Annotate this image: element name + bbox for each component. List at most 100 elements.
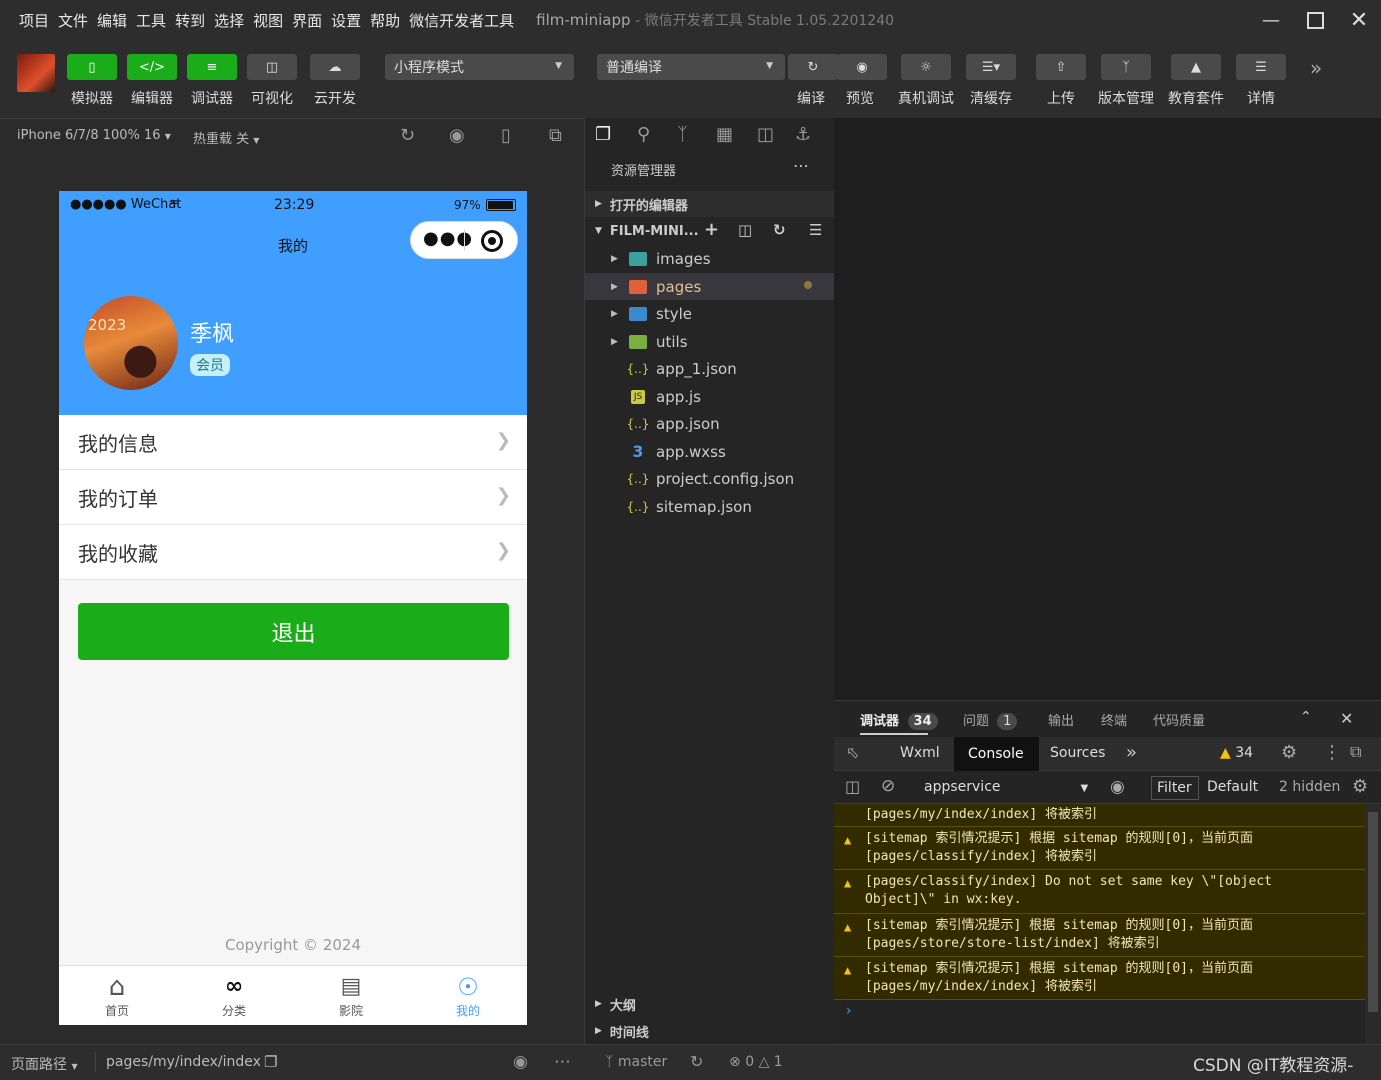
problems-counter[interactable]: ⊗ 0 △ 1 <box>729 1054 783 1070</box>
logout-button[interactable]: 退出 <box>78 603 509 660</box>
more-icon[interactable]: ⋯ <box>554 1052 571 1072</box>
close-icon[interactable]: ✕ <box>1336 0 1381 40</box>
eye-icon[interactable]: ◉ <box>1110 777 1125 797</box>
outline-section[interactable]: ▶ 大纲 <box>585 991 834 1017</box>
tab-problems[interactable]: 问题 1 <box>963 710 1018 730</box>
menu-tools[interactable]: 工具 <box>136 10 166 31</box>
tree-folder-style[interactable]: ▶ style <box>585 300 834 327</box>
clear-console-icon[interactable]: ⊘ <box>881 776 895 796</box>
menu-edit[interactable]: 编辑 <box>97 10 127 31</box>
refresh-icon[interactable]: ↻ <box>773 221 786 239</box>
more-dots-icon[interactable]: ●●● <box>423 228 473 249</box>
console-settings-icon[interactable]: ⚙ <box>1352 776 1368 797</box>
more-tabs-icon[interactable]: » <box>1126 742 1137 763</box>
collapse-panel-icon[interactable]: ⌃ <box>1300 709 1312 725</box>
maximize-icon[interactable] <box>1292 0 1338 40</box>
menu-file[interactable]: 文件 <box>58 10 88 31</box>
avatar[interactable]: 2023 <box>84 296 178 390</box>
sidebar-toggle-icon[interactable]: ◫ <box>845 777 860 796</box>
more-toolbar-icon[interactable]: » <box>1310 56 1322 80</box>
subtab-sources[interactable]: Sources <box>1050 745 1105 761</box>
project-section[interactable]: ▼ FILM-MINI... + ◫ ↻ ☰ <box>585 218 834 244</box>
project-avatar[interactable] <box>17 54 55 92</box>
visual-button[interactable]: ◫ <box>247 54 297 80</box>
menu-project[interactable]: 项目 <box>19 10 49 31</box>
compile-button[interactable]: ↻ <box>788 54 838 80</box>
popout-icon[interactable]: ⧉ <box>549 125 562 146</box>
rotate-icon[interactable]: ↻ <box>400 125 415 146</box>
eye-icon[interactable]: ◉ <box>513 1052 528 1072</box>
menu-wechat-devtools[interactable]: 微信开发者工具 <box>409 10 514 31</box>
tab-debugger[interactable]: 调试器 34 <box>860 710 938 730</box>
page-path-select[interactable]: 页面路径 ▼ <box>11 1054 78 1074</box>
git-branch[interactable]: ᛉ master <box>605 1054 667 1070</box>
debugger-button[interactable]: ≡ <box>187 54 237 80</box>
open-editors-section[interactable]: ▶ 打开的编辑器 <box>585 191 834 217</box>
tree-file-project-config[interactable]: {..} project.config.json <box>585 465 834 492</box>
kebab-icon[interactable]: ⋮ <box>1323 742 1341 763</box>
subtab-wxml[interactable]: Wxml <box>900 745 940 761</box>
copy-icon[interactable]: ❐ <box>264 1053 277 1071</box>
new-file-icon[interactable]: + <box>704 219 719 240</box>
menu-item-info[interactable]: 我的信息 ❯ <box>59 415 527 470</box>
tab-mine[interactable]: ☉ 我的 <box>428 972 508 1019</box>
new-folder-icon[interactable]: ◫ <box>738 221 752 239</box>
subtab-console[interactable]: Console <box>954 737 1039 771</box>
tab-category[interactable]: ∞ 分类 <box>194 972 274 1019</box>
save-icon[interactable]: ◫ <box>757 124 774 145</box>
close-panel-icon[interactable]: ✕ <box>1340 709 1353 728</box>
menu-view[interactable]: 视图 <box>253 10 283 31</box>
inspect-icon[interactable]: ⬁ <box>846 743 859 762</box>
search-icon[interactable]: ⚲ <box>637 124 650 145</box>
gear-icon[interactable]: ⚙ <box>1281 742 1297 763</box>
phone-icon[interactable]: ▯ <box>501 125 511 146</box>
extensions-icon[interactable]: ▦ <box>716 124 733 145</box>
upload-button[interactable]: ⇧ <box>1036 54 1086 80</box>
minimize-icon[interactable]: — <box>1248 0 1294 40</box>
tree-file-sitemap[interactable]: {..} sitemap.json <box>585 493 834 520</box>
real-debug-button[interactable]: ☼ <box>901 54 951 80</box>
context-select[interactable]: appservice ▼ <box>924 779 1088 795</box>
filter-input[interactable]: Filter <box>1151 776 1199 800</box>
clear-cache-button[interactable]: ☰▾ <box>966 54 1016 80</box>
menu-interface[interactable]: 界面 <box>292 10 322 31</box>
tab-output[interactable]: 输出 <box>1048 710 1074 729</box>
console-prompt-icon[interactable]: › <box>846 1003 852 1019</box>
tree-file-app-json[interactable]: {..} app.json <box>585 410 834 437</box>
console-scrollbar[interactable] <box>1365 804 1381 1045</box>
dock-icon[interactable]: ⧉ <box>1350 742 1361 762</box>
warning-counter[interactable]: ▲ 34 <box>1220 745 1253 761</box>
tab-home[interactable]: ⌂ 首页 <box>77 972 157 1019</box>
timeline-section[interactable]: ▶ 时间线 <box>585 1018 834 1044</box>
tree-file-app-js[interactable]: JS app.js <box>585 383 834 410</box>
menu-settings[interactable]: 设置 <box>331 10 361 31</box>
compile-mode-select[interactable]: 普通编译 ▼ <box>597 54 785 80</box>
stop-icon[interactable]: ◉ <box>449 125 465 146</box>
hot-reload-select[interactable]: 热重载 关 ▼ <box>193 128 259 147</box>
docker-icon[interactable]: ⚓ <box>795 124 811 145</box>
tree-file-app-1-json[interactable]: {..} app_1.json <box>585 355 834 382</box>
device-select[interactable]: iPhone 6/7/8 100% 16 ▼ <box>17 128 171 143</box>
tree-file-app-wxss[interactable]: 3 app.wxss <box>585 438 834 465</box>
more-icon[interactable]: ⋯ <box>793 156 809 175</box>
simulator-button[interactable]: ▯ <box>67 54 117 80</box>
preview-button[interactable]: ◉ <box>837 54 887 80</box>
log-level-select[interactable]: Default <box>1207 779 1258 795</box>
files-icon[interactable]: ❐ <box>595 124 611 145</box>
menu-select[interactable]: 选择 <box>214 10 244 31</box>
close-miniapp-icon[interactable] <box>481 230 503 252</box>
education-button[interactable]: ▲ <box>1171 54 1221 80</box>
tab-code-quality[interactable]: 代码质量 <box>1153 710 1205 729</box>
source-control-icon[interactable]: ᛉ <box>677 124 688 145</box>
tree-folder-images[interactable]: ▶ images <box>585 245 834 272</box>
menu-item-orders[interactable]: 我的订单 ❯ <box>59 470 527 525</box>
menu-help[interactable]: 帮助 <box>370 10 400 31</box>
menu-item-favorites[interactable]: 我的收藏 ❯ <box>59 525 527 580</box>
collapse-icon[interactable]: ☰ <box>809 221 822 239</box>
cloud-button[interactable]: ☁ <box>310 54 360 80</box>
editor-button[interactable]: </> <box>127 54 177 80</box>
tab-cinema[interactable]: ▤ 影院 <box>311 972 391 1019</box>
menu-goto[interactable]: 转到 <box>175 10 205 31</box>
details-button[interactable]: ☰ <box>1236 54 1286 80</box>
version-button[interactable]: ᛉ <box>1101 54 1151 80</box>
